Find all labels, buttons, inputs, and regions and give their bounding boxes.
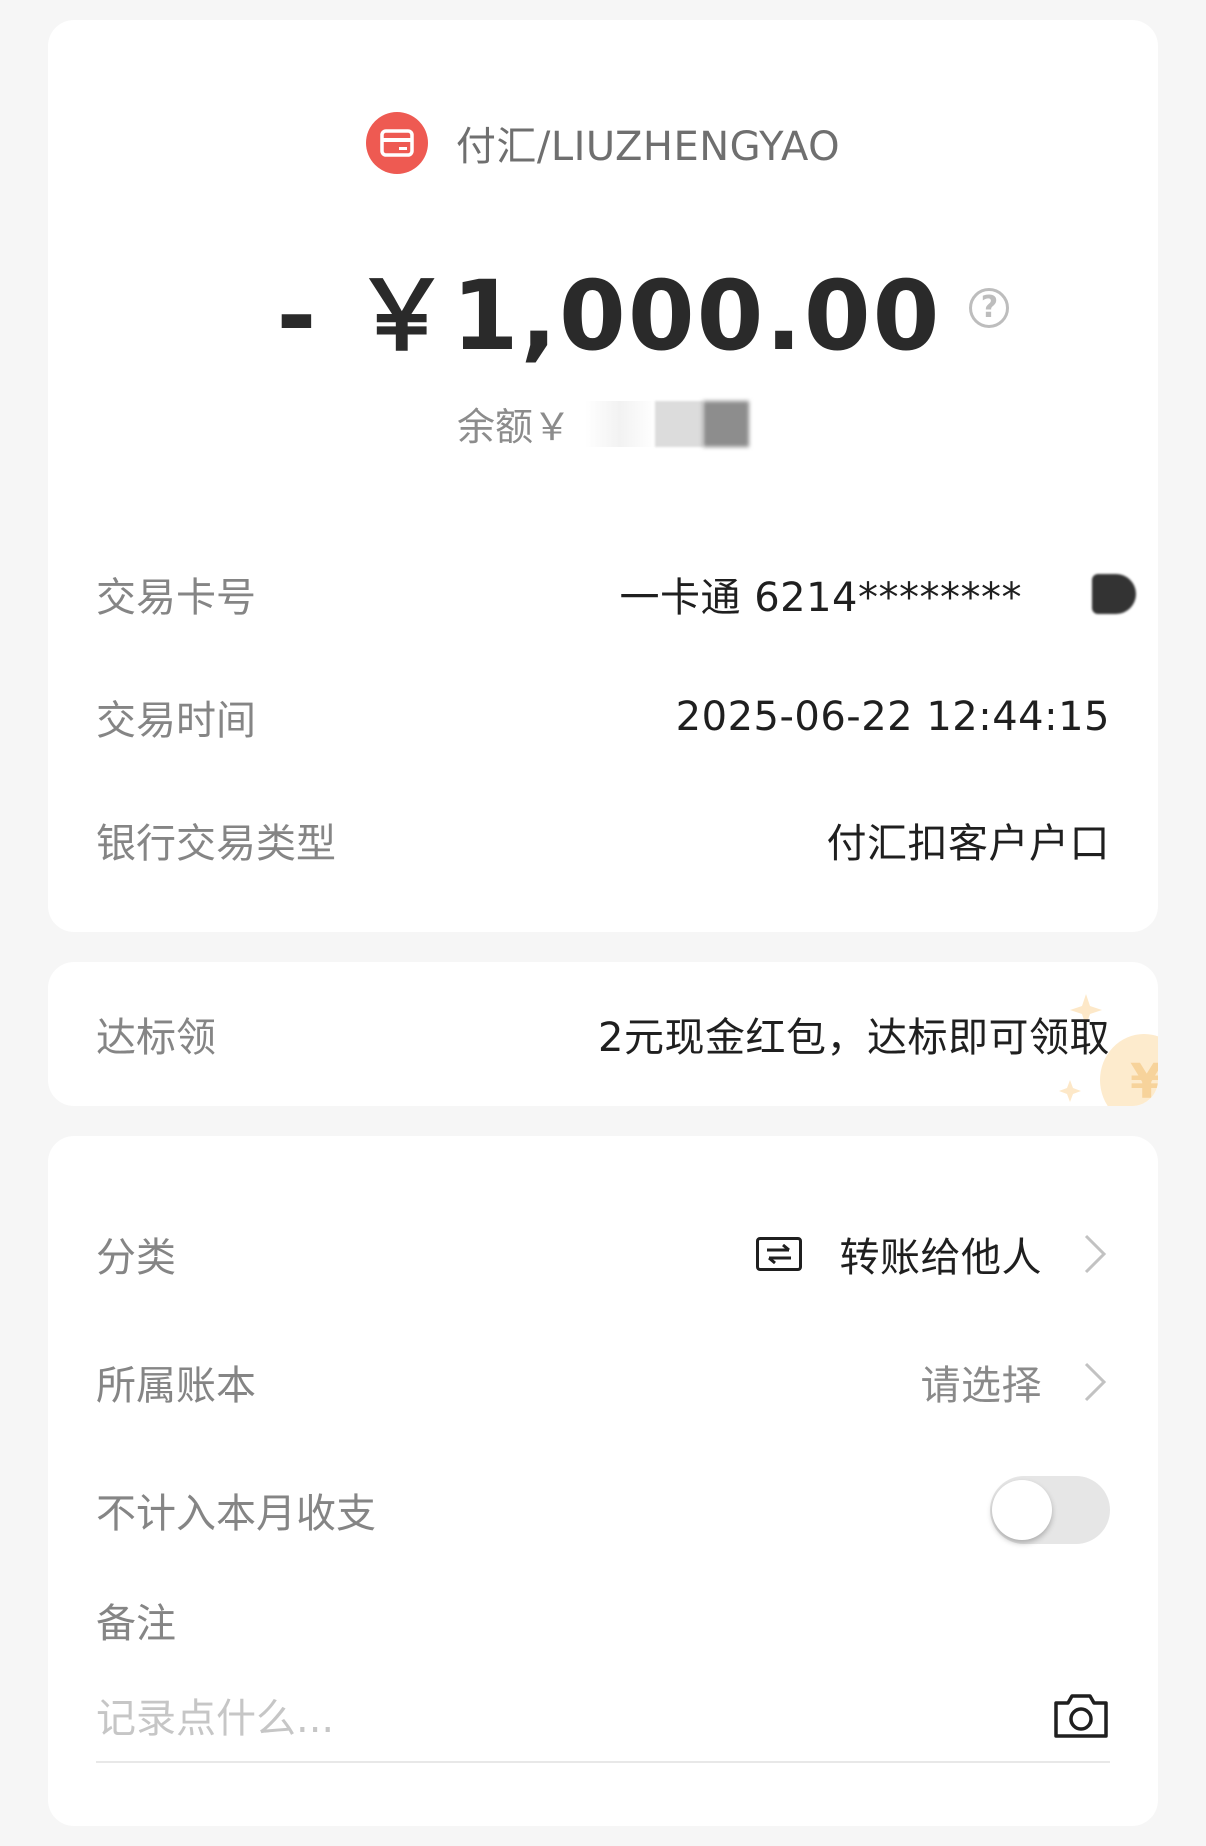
- merchant-header: 付汇/LIUZHENGYAO: [48, 112, 1158, 174]
- svg-text:¥: ¥: [1130, 1054, 1158, 1106]
- note-label-row: 备注: [96, 1588, 1110, 1652]
- detail-row-time: 交易时间 2025-06-22 12:44:15: [96, 687, 1110, 747]
- note-placeholder: 记录点什么...: [96, 1696, 335, 1742]
- transaction-amount: - ￥1,000.00: [276, 260, 942, 372]
- detail-row-card-number: 交易卡号 一卡通 6214********: [96, 564, 1136, 624]
- exclude-row: 不计入本月收支: [96, 1476, 1110, 1544]
- camera-icon[interactable]: [1052, 1691, 1110, 1739]
- ledger-selector[interactable]: 请选择: [921, 1353, 1111, 1411]
- note-input[interactable]: 记录点什么...: [96, 1669, 1110, 1763]
- category-row[interactable]: 分类 转账给他人: [96, 1222, 1110, 1286]
- detail-value: 一卡通 6214********: [619, 565, 1136, 623]
- balance-row: 余额￥: [48, 396, 1158, 451]
- balance-value-redacted: [585, 400, 749, 447]
- question-circle-icon[interactable]: ?: [969, 287, 1010, 328]
- promo-value: 2元现金红包，达标即可领取: [598, 1015, 1110, 1061]
- transaction-card: 付汇/LIUZHENGYAO - ￥1,000.00 ? 余额￥ 交易卡号 一卡…: [48, 20, 1158, 932]
- meta-card: 分类 转账给他人 所属账本 请选择 不计入本月收支 备注 记录点什么...: [48, 1136, 1158, 1826]
- detail-value: 付汇扣客户户口: [826, 821, 1110, 867]
- amount-row: - ￥1,000.00 ?: [48, 238, 1158, 377]
- ledger-value: 请选择: [920, 1363, 1042, 1409]
- ledger-label: 所属账本: [96, 1363, 256, 1409]
- category-selector[interactable]: 转账给他人: [755, 1225, 1111, 1283]
- chevron-right-icon: [1084, 1362, 1107, 1402]
- balance-label: 余额￥: [456, 405, 571, 449]
- detail-row-type: 银行交易类型 付汇扣客户户口: [96, 810, 1110, 870]
- merchant-name: 付汇/LIUZHENGYAO: [455, 124, 841, 170]
- detail-label: 银行交易类型: [96, 821, 336, 867]
- exclude-toggle[interactable]: [990, 1476, 1110, 1544]
- promo-row[interactable]: 达标领 2元现金红包，达标即可领取: [96, 1002, 1110, 1066]
- note-label: 备注: [96, 1601, 176, 1647]
- ledger-row[interactable]: 所属账本 请选择: [96, 1350, 1110, 1414]
- card-number-value: 一卡通 6214********: [619, 575, 1022, 621]
- bank-card-icon: [365, 112, 428, 174]
- chevron-right-icon: [1084, 1234, 1107, 1274]
- exclude-label: 不计入本月收支: [96, 1491, 376, 1537]
- detail-label: 交易时间: [96, 698, 256, 744]
- category-label: 分类: [96, 1235, 176, 1281]
- card-number-redacted: [1092, 574, 1136, 614]
- toggle-knob: [992, 1480, 1052, 1540]
- promo-card[interactable]: ¥ 达标领 2元现金红包，达标即可领取: [48, 962, 1158, 1106]
- category-value: 转账给他人: [839, 1235, 1042, 1281]
- promo-label: 达标领: [96, 1015, 216, 1061]
- detail-label: 交易卡号: [96, 575, 256, 621]
- detail-value: 2025-06-22 12:44:15: [675, 694, 1110, 740]
- transfer-icon: [755, 1237, 802, 1271]
